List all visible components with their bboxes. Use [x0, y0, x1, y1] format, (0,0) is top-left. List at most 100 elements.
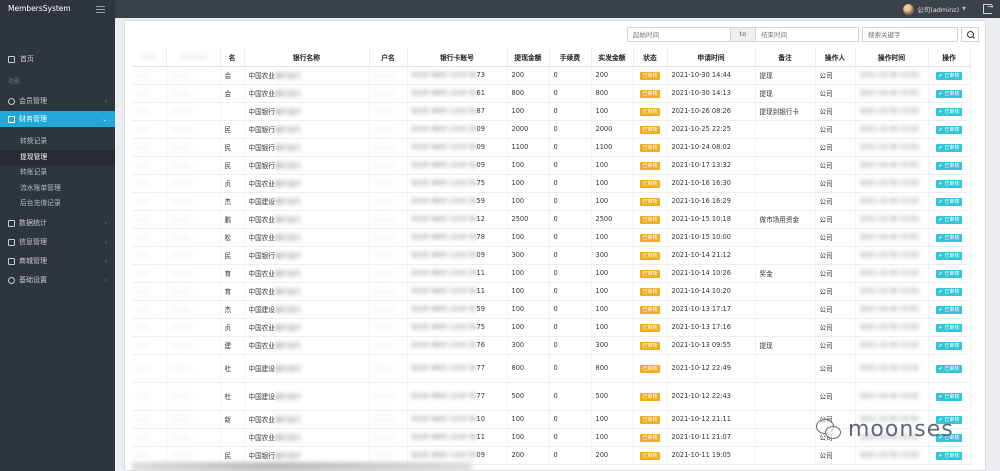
submenu-item-ledger[interactable]: 流水账单管理 [0, 181, 115, 197]
cell-fee: 0 [549, 84, 592, 103]
card-tail-text: 59 [476, 197, 485, 205]
cell-remark [755, 174, 816, 193]
submenu-item-withdrawals[interactable]: 提现管理 [0, 149, 115, 165]
approved-button[interactable]: ✔ 已审核 [935, 451, 963, 460]
cell-action: ✔ 已审核 [928, 156, 971, 175]
cell-name: 民 [220, 246, 245, 265]
cell-action: ✔ 已审核 [928, 210, 971, 229]
status-badge: 已审核 [640, 415, 660, 424]
approved-button[interactable]: ✔ 已审核 [935, 305, 963, 314]
cell-action: ✔ 已审核 [928, 300, 971, 319]
cell-name: 新 [220, 410, 245, 429]
cell-amount: 100 [507, 192, 550, 211]
cell-actual: 100 [591, 264, 634, 283]
cell-fee: 0 [549, 264, 592, 283]
approved-button[interactable]: ✔ 已审核 [935, 125, 963, 134]
cell-blurred: ——— [166, 246, 221, 265]
submenu-item-conversion[interactable]: 转换记录 [0, 134, 115, 150]
cell-blurred: —— [132, 120, 167, 139]
submenu-item-recharge[interactable]: 后台充值记录 [0, 196, 115, 212]
bank-name-text: 中国银行 [248, 252, 275, 260]
logout-icon[interactable] [983, 2, 994, 14]
cell-name: 贞 [220, 174, 245, 193]
sidebar-item-settings[interactable]: 基础设置 ‹ [0, 272, 115, 288]
cell-amount: 200 [507, 66, 550, 85]
cell-apply-time: 2021-10-24 08:02 [667, 138, 756, 157]
status-badge: 已审核 [640, 287, 660, 296]
table-row: —— ——— 建中国农业银行支行 ——— 6228 4800 1234 5676 300… [132, 336, 971, 355]
approved-button[interactable]: ✔ 已审核 [935, 269, 963, 278]
cell-name [220, 428, 245, 447]
cell-op-time: 2021-10-30 15:02 [855, 120, 929, 139]
cell-bank-name: 中国银行银行支行 [244, 156, 370, 175]
cell-status: 已审核 [633, 192, 668, 211]
cell-actual: 800 [591, 354, 634, 383]
cell-remark: 提现 [755, 66, 816, 85]
cell-card-no: 6228 4800 1234 5675 [407, 174, 508, 193]
cell-apply-time: 2021-10-13 17:16 [667, 318, 756, 337]
cell-bank-name: 中国银行银行支行 [244, 102, 370, 121]
cell-operator: 公司 [815, 354, 856, 383]
menu-toggle-icon[interactable] [96, 6, 105, 13]
cell-fee: 0 [549, 174, 592, 193]
column-header-apply-time: 申请时间 [667, 48, 756, 67]
user-name[interactable]: 公司(adminz) [917, 4, 959, 14]
cell-fee: 0 [549, 282, 592, 301]
cell-apply-time: 2021-10-17 13:32 [667, 156, 756, 175]
cell-status: 已审核 [633, 428, 668, 447]
end-time-input[interactable] [755, 27, 859, 42]
chevron-down-icon[interactable]: ▼ [962, 6, 966, 12]
cell-apply-time: 2021-10-30 14:44 [667, 66, 756, 85]
approved-button[interactable]: ✔ 已审核 [935, 107, 963, 116]
status-badge: 已审核 [640, 341, 660, 350]
submenu-item-transfers[interactable]: 转账记录 [0, 165, 115, 181]
sidebar-item-statistics[interactable]: 数据统计 ‹ [0, 215, 115, 231]
avatar[interactable] [903, 3, 915, 15]
approved-button[interactable]: ✔ 已审核 [935, 251, 963, 260]
status-badge: 已审核 [640, 451, 660, 460]
sidebar-item-home[interactable]: 首页 [0, 52, 115, 66]
cell-blurred: —— [132, 210, 167, 229]
approved-button[interactable]: ✔ 已审核 [935, 392, 963, 401]
cell-blurred: —— [132, 156, 167, 175]
approved-button[interactable]: ✔ 已审核 [935, 179, 963, 188]
approved-button[interactable]: ✔ 已审核 [935, 215, 963, 224]
cell-bank-name: 中国银行银行支行 [244, 138, 370, 157]
keyword-search-input[interactable] [862, 27, 958, 42]
cell-name: 贞 [220, 318, 245, 337]
approved-button[interactable]: ✔ 已审核 [935, 341, 963, 350]
bank-name-text: 中国建设 [248, 393, 275, 401]
approved-button[interactable]: ✔ 已审核 [935, 233, 963, 242]
cell-operator: 公司 [815, 246, 856, 265]
cell-bank-name: 中国建设银行支行 [244, 382, 370, 411]
bank-name-text: 中国农业 [248, 72, 275, 80]
approved-button[interactable]: ✔ 已审核 [935, 287, 963, 296]
cell-op-time: 2021-10-30 15:02 [855, 84, 929, 103]
status-badge: 已审核 [640, 305, 660, 314]
card-tail-text: 09 [476, 161, 485, 169]
cell-op-time: 2021-10-30 15:02 [855, 192, 929, 211]
cell-operator: 公司 [815, 318, 856, 337]
cell-apply-time: 2021-10-11 19:05 [667, 446, 756, 465]
cell-actual: 100 [591, 318, 634, 337]
watermark: moonses [816, 417, 954, 442]
approved-button[interactable]: ✔ 已审核 [935, 161, 963, 170]
search-button[interactable] [961, 27, 979, 42]
approved-button[interactable]: ✔ 已审核 [935, 197, 963, 206]
approved-button[interactable]: ✔ 已审核 [935, 89, 963, 98]
approved-button[interactable]: ✔ 已审核 [935, 143, 963, 152]
approved-button[interactable]: ✔ 已审核 [935, 71, 963, 80]
sidebar-item-members[interactable]: 会员管理 ‹ [0, 93, 115, 109]
cell-operator: 公司 [815, 102, 856, 121]
start-time-input[interactable] [627, 27, 731, 42]
sidebar-item-info[interactable]: 信息管理 ‹ [0, 234, 115, 250]
sidebar-item-mall[interactable]: 商城管理 ‹ [0, 253, 115, 269]
cell-status: 已审核 [633, 264, 668, 283]
approved-button[interactable]: ✔ 已审核 [935, 364, 963, 373]
cell-blurred: —— [132, 354, 167, 383]
user-menu[interactable]: 公司(adminz) ▼ [903, 3, 966, 15]
approved-button[interactable]: ✔ 已审核 [935, 323, 963, 332]
sidebar-item-finance[interactable]: 财务管理 ⌄ [0, 111, 115, 127]
cell-actual: 100 [591, 282, 634, 301]
card-tail-text: 78 [476, 233, 485, 241]
